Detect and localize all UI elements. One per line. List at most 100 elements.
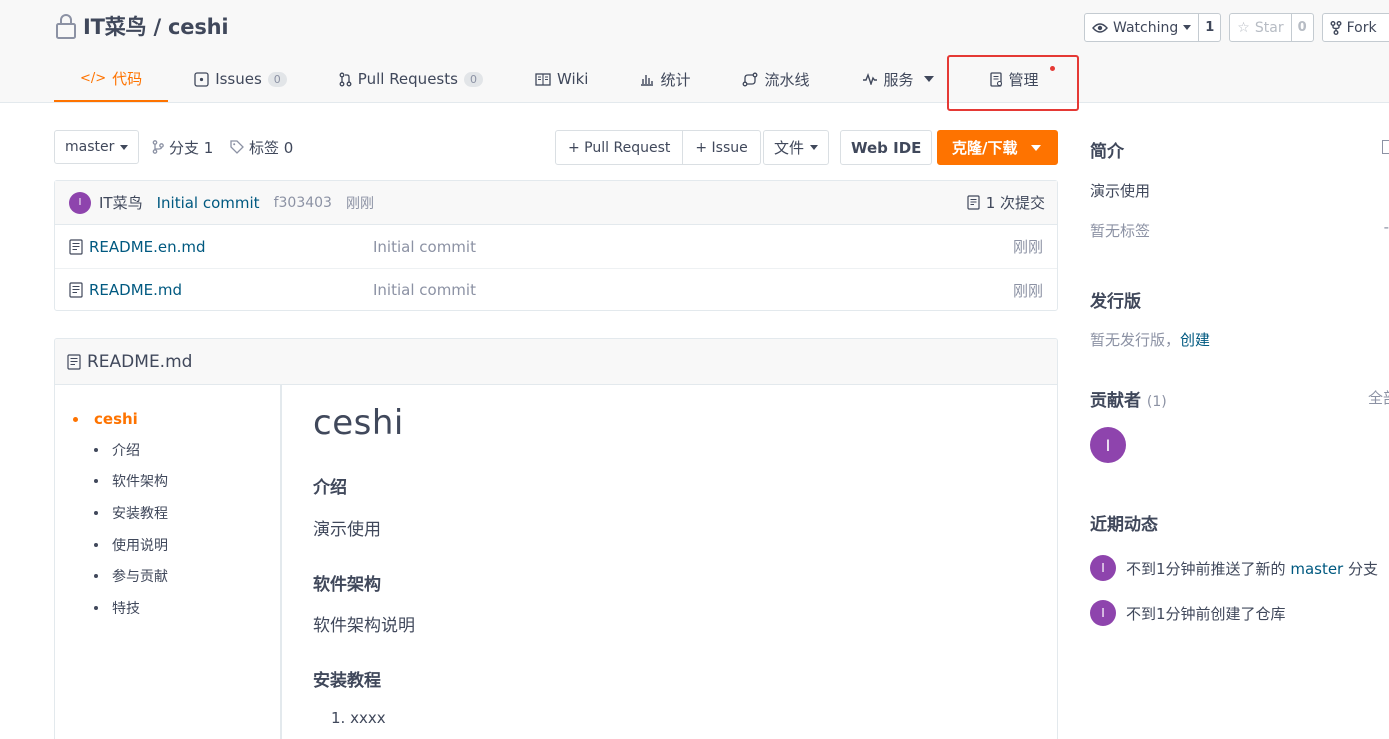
watch-count[interactable]: 1 bbox=[1199, 14, 1220, 41]
install-list: 1. xxxx bbox=[331, 709, 386, 727]
star-count[interactable]: 0 bbox=[1292, 14, 1313, 41]
avatar[interactable]: I bbox=[1090, 427, 1126, 463]
file-row[interactable]: README.md Initial commit 刚刚 bbox=[55, 268, 1057, 311]
avatar[interactable]: I bbox=[1090, 600, 1116, 626]
tab-code[interactable]: </> 代码 bbox=[54, 56, 169, 102]
tab-stats[interactable]: 统计 bbox=[614, 56, 716, 102]
tab-issues-label: Issues bbox=[215, 70, 262, 88]
toc-item-label: 软件架构 bbox=[112, 474, 168, 491]
file-time: 刚刚 bbox=[1012, 238, 1043, 256]
commit-author[interactable]: IT菜鸟 bbox=[99, 192, 143, 213]
create-button-group: + Pull Request + Issue bbox=[555, 130, 761, 165]
chevron-down-icon bbox=[1183, 25, 1192, 30]
toc-item-label: ceshi bbox=[94, 410, 138, 428]
no-release-text: 暂无发行版， bbox=[1090, 331, 1181, 349]
pull-request-icon bbox=[339, 72, 352, 86]
toc-item-ceshi[interactable]: ceshi bbox=[55, 409, 280, 429]
fork-label-wrap[interactable]: Fork bbox=[1323, 14, 1384, 41]
toc-item-label: 安装教程 bbox=[112, 505, 168, 522]
avatar[interactable]: I bbox=[1090, 555, 1116, 581]
toc-item[interactable]: 介绍 bbox=[55, 434, 280, 466]
tab-issues[interactable]: Issues 0 bbox=[168, 56, 313, 102]
create-release-link[interactable]: 创建 bbox=[1180, 331, 1210, 349]
tag-icon bbox=[230, 140, 244, 154]
files-dropdown[interactable]: 文件 bbox=[763, 130, 830, 165]
activity-text: 不到1分钟前推送了新的 master 分支 bbox=[1126, 558, 1378, 579]
fork-button[interactable]: Fork bbox=[1321, 13, 1389, 42]
edit-icon[interactable] bbox=[1382, 140, 1389, 154]
contributors-count: (1) bbox=[1146, 394, 1167, 410]
new-issue-button[interactable]: + Issue bbox=[682, 131, 759, 164]
contributors-label: 贡献者 bbox=[1090, 391, 1141, 411]
toc-item[interactable]: 使用说明 bbox=[55, 529, 280, 561]
list-item: 1. xxxx bbox=[331, 709, 386, 727]
toc-item[interactable]: 参与贡献 bbox=[55, 560, 280, 592]
activity-item: I 不到1分钟前推送了新的 master 分支 bbox=[1090, 555, 1378, 581]
bullet-icon bbox=[94, 447, 98, 452]
section-heading: 介绍 bbox=[313, 478, 347, 498]
file-commit-message[interactable]: Initial commit bbox=[373, 281, 476, 299]
section-heading: 安装教程 bbox=[313, 671, 381, 691]
toc-item[interactable]: 特技 bbox=[55, 592, 280, 624]
watch-label-wrap[interactable]: Watching bbox=[1085, 14, 1200, 41]
activity-branch-link[interactable]: master bbox=[1290, 560, 1343, 578]
latest-commit-bar: I IT菜鸟 Initial commit f303403 刚刚 1 次提交 bbox=[55, 181, 1057, 225]
activity-text-after: 分支 bbox=[1348, 559, 1379, 578]
pulse-icon bbox=[862, 73, 877, 85]
file-name[interactable]: README.en.md bbox=[89, 238, 206, 256]
toc-item-label: 介绍 bbox=[112, 442, 140, 459]
clone-download-button[interactable]: 克隆/下载 bbox=[937, 130, 1058, 165]
repo-actions: Watching 1 ☆ Star 0 Fork bbox=[1084, 13, 1389, 42]
file-commit-message[interactable]: Initial commit bbox=[373, 238, 476, 256]
new-pull-request-button[interactable]: + Pull Request bbox=[556, 131, 682, 164]
fork-icon bbox=[1330, 20, 1342, 35]
file-name[interactable]: README.md bbox=[89, 281, 182, 299]
tab-pull-requests[interactable]: Pull Requests 0 bbox=[313, 56, 509, 102]
tab-services[interactable]: 服务 bbox=[836, 56, 960, 102]
tab-pull-requests-label: Pull Requests bbox=[357, 70, 458, 88]
toc-item[interactable]: 软件架构 bbox=[55, 466, 280, 498]
commit-count-link[interactable]: 1 次提交 bbox=[967, 192, 1045, 213]
tab-manage[interactable]: 管理 bbox=[960, 56, 1065, 102]
web-ide-button[interactable]: Web IDE bbox=[840, 130, 933, 165]
branches-link[interactable]: 分支 1 bbox=[152, 130, 213, 164]
star-button[interactable]: ☆ Star 0 bbox=[1229, 13, 1314, 42]
eye-icon bbox=[1092, 22, 1108, 33]
tab-pipeline-label: 流水线 bbox=[764, 70, 810, 89]
bullet-icon bbox=[94, 542, 98, 547]
file-icon bbox=[69, 282, 83, 298]
code-icon: </> bbox=[80, 70, 107, 86]
bullet-icon bbox=[94, 479, 98, 484]
bullet-icon bbox=[73, 416, 78, 422]
tab-pipeline[interactable]: 流水线 bbox=[716, 56, 835, 102]
activity-text-before: 不到1分钟前推送了新的 bbox=[1126, 559, 1286, 578]
tags-link[interactable]: 标签 0 bbox=[230, 130, 293, 164]
issues-icon bbox=[194, 71, 209, 87]
toc-item-label: 参与贡献 bbox=[112, 569, 168, 586]
tab-manage-label: 管理 bbox=[1008, 70, 1039, 89]
readme-title: README.md bbox=[87, 351, 193, 372]
avatar[interactable]: I bbox=[69, 191, 91, 214]
repo-path[interactable]: IT菜鸟 / ceshi bbox=[83, 11, 229, 41]
toc-item[interactable]: 安装教程 bbox=[55, 497, 280, 529]
watch-button[interactable]: Watching 1 bbox=[1084, 13, 1222, 42]
branches-label: 分支 1 bbox=[169, 138, 214, 157]
readme-header: README.md bbox=[55, 339, 1057, 385]
star-label-wrap[interactable]: ☆ Star bbox=[1230, 14, 1292, 41]
commit-message[interactable]: Initial commit bbox=[157, 194, 260, 212]
web-ide-label: Web IDE bbox=[851, 138, 922, 157]
repo-sidebar: 简介 演示使用 暂无标签 - 发行版 暂无发行版，创建 贡献者 (1) 全部 I… bbox=[1090, 130, 1389, 739]
repo-tabs: </> 代码 Issues 0 Pull Requests 0 Wiki 统计 … bbox=[54, 56, 1065, 103]
tab-wiki[interactable]: Wiki bbox=[509, 56, 615, 102]
repo-toolbar: master 分支 1 标签 0 + Pull Request + Issue … bbox=[54, 130, 1058, 165]
branch-select[interactable]: master bbox=[54, 130, 140, 164]
fork-label: Fork bbox=[1346, 19, 1377, 36]
activity-title: 近期动态 bbox=[1090, 515, 1158, 535]
commit-sha[interactable]: f303403 bbox=[274, 195, 332, 211]
file-row[interactable]: README.en.md Initial commit 刚刚 bbox=[55, 225, 1057, 268]
all-contributors-link[interactable]: 全部 bbox=[1368, 387, 1389, 408]
chevron-down-icon bbox=[1031, 144, 1042, 151]
clone-download-label: 克隆/下载 bbox=[952, 139, 1018, 157]
chevron-down-icon bbox=[923, 76, 934, 82]
tags-label: 标签 0 bbox=[249, 138, 294, 157]
